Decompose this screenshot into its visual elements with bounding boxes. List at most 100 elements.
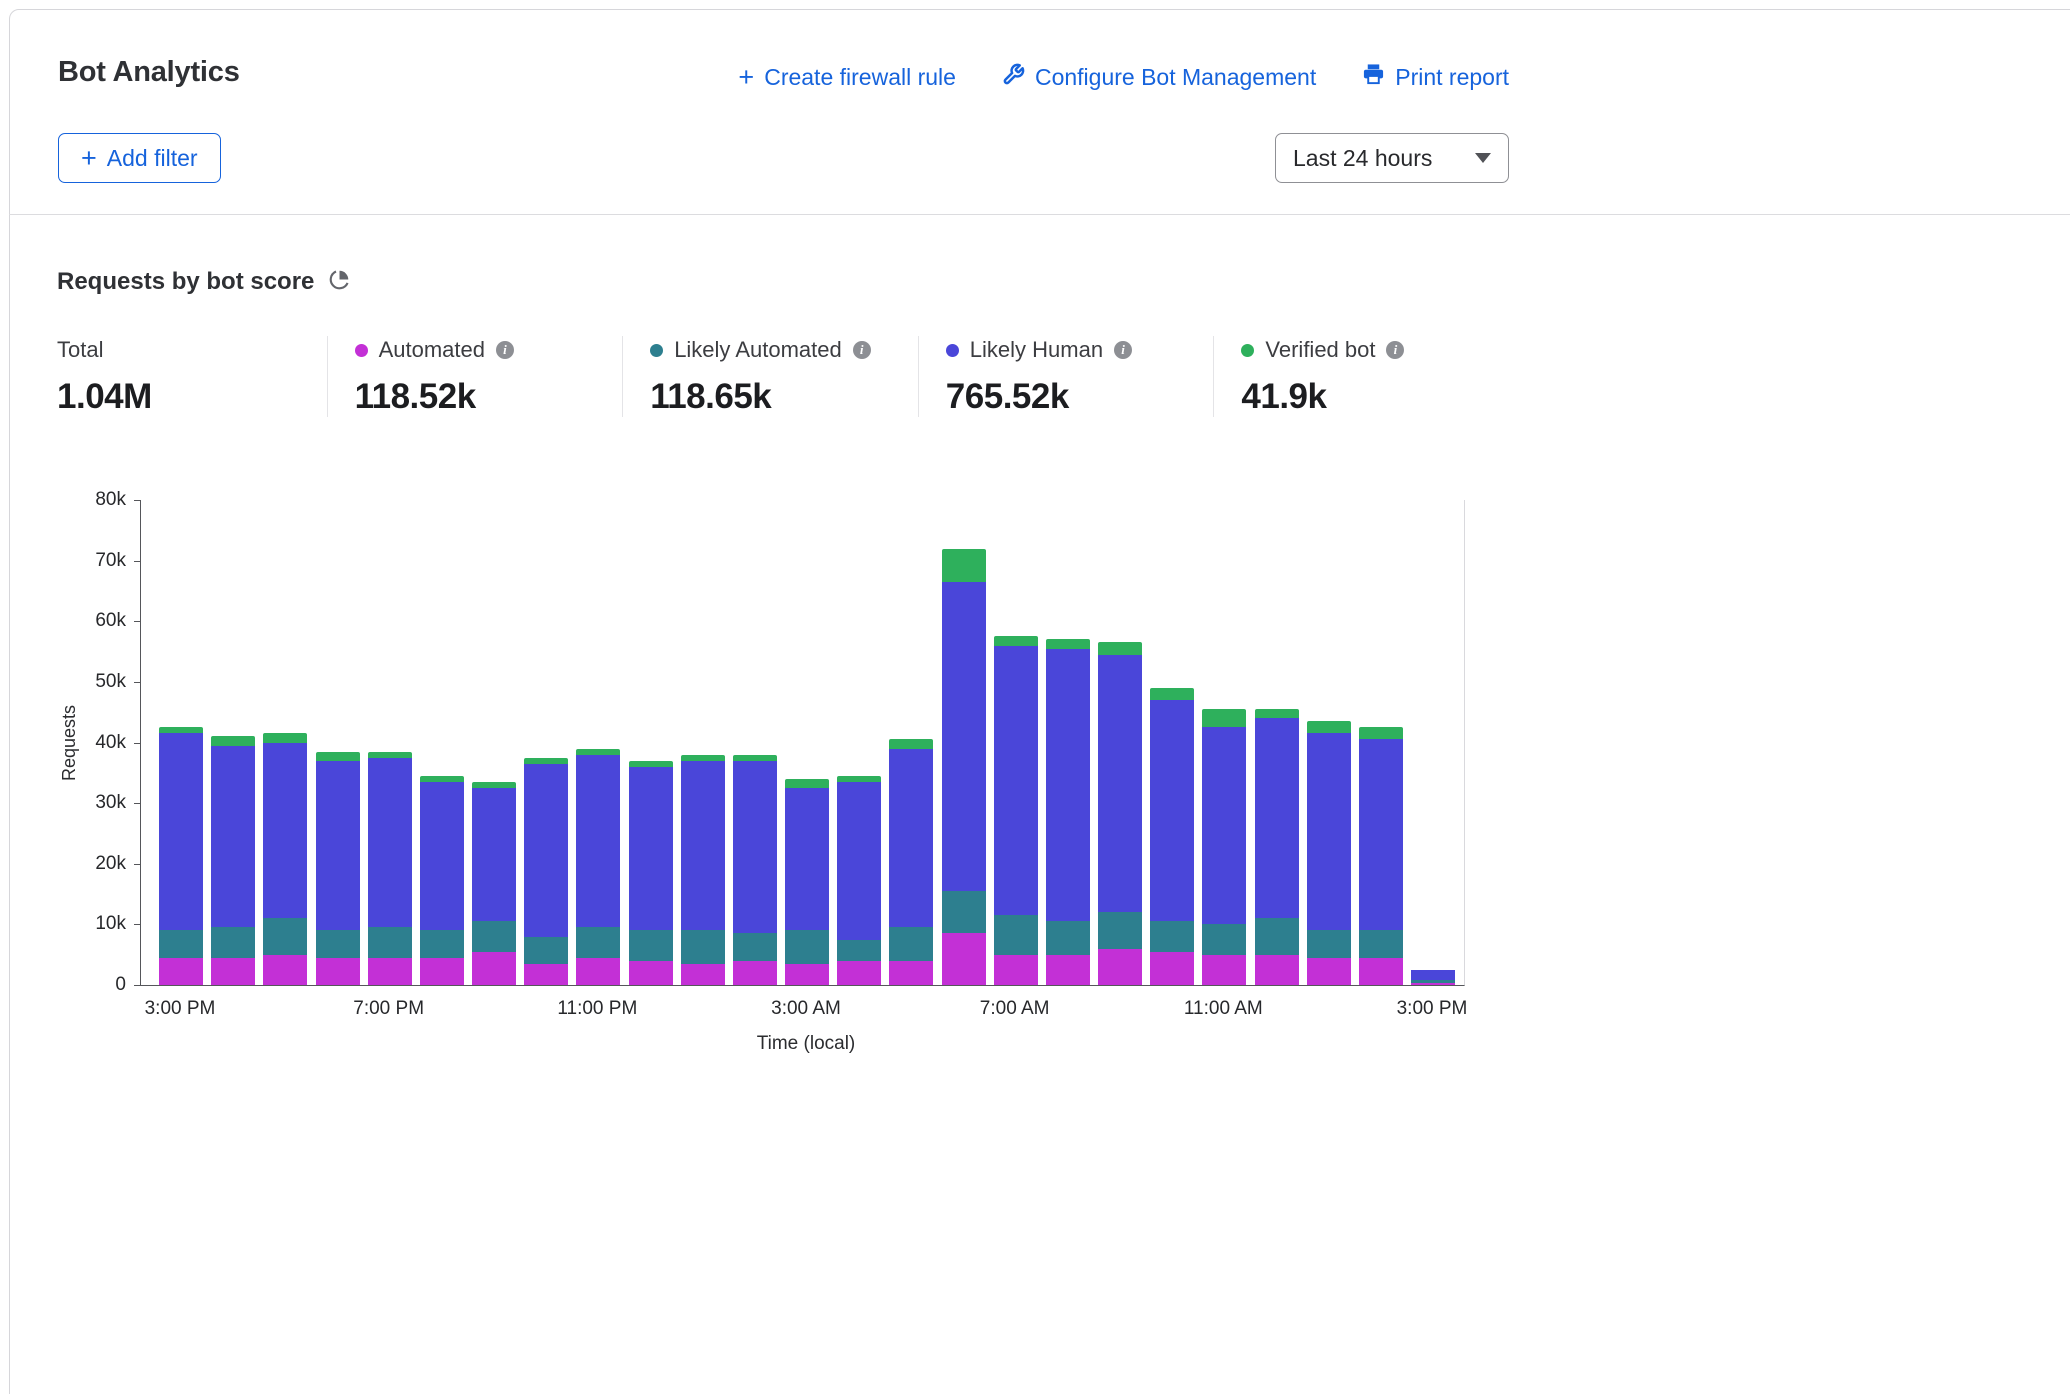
bar-segment-automated (681, 964, 725, 985)
likely-human-legend-dot (946, 344, 959, 357)
stacked-bar[interactable] (1307, 721, 1351, 985)
bar-segment-likely-automated (1046, 921, 1090, 954)
section-title: Requests by bot score (57, 268, 314, 296)
x-tick-label: 7:00 AM (955, 998, 1075, 1020)
create-firewall-rule-link[interactable]: + Create firewall rule (738, 64, 956, 91)
bar-segment-likely-automated (316, 930, 360, 957)
bar-segment-automated (576, 958, 620, 985)
stacked-bar[interactable] (1150, 688, 1194, 985)
bar-segment-automated (159, 958, 203, 985)
stacked-bar[interactable] (1046, 639, 1090, 985)
stacked-bar[interactable] (263, 733, 307, 985)
header-divider (9, 214, 2070, 215)
create-firewall-rule-label: Create firewall rule (764, 64, 956, 91)
bar-segment-likely-human (994, 646, 1038, 916)
bar-segment-automated (733, 961, 777, 985)
bar-segment-likely-human (733, 761, 777, 934)
stacked-bar[interactable] (889, 739, 933, 985)
stacked-bar[interactable] (1359, 727, 1403, 985)
stacked-bar[interactable] (629, 761, 673, 985)
x-tick-label: 11:00 PM (537, 998, 657, 1020)
bar-segment-likely-human (1255, 718, 1299, 918)
bar-segment-likely-human (785, 788, 829, 930)
bars-container (141, 500, 1464, 985)
bar-segment-likely-human (1150, 700, 1194, 921)
stacked-bar[interactable] (576, 749, 620, 985)
time-range-dropdown[interactable]: Last 24 hours (1275, 133, 1509, 183)
page-title: Bot Analytics (58, 56, 240, 89)
stat-verified-bot: Verified bot i 41.9k (1213, 336, 1509, 417)
requests-chart: Requests 010k20k30k40k50k60k70k80k 3:00 … (0, 455, 2070, 1095)
bar-segment-automated (472, 952, 516, 985)
info-icon[interactable]: i (853, 341, 871, 359)
stacked-bar[interactable] (1202, 709, 1246, 985)
stacked-bar[interactable] (472, 782, 516, 985)
header: Bot Analytics + Create firewall rule Con… (10, 9, 2070, 214)
bar-segment-likely-human (576, 755, 620, 928)
stat-automated-label: Automated (379, 337, 485, 363)
stacked-bar[interactable] (368, 752, 412, 985)
bar-segment-likely-human (1046, 649, 1090, 922)
bar-segment-automated (316, 958, 360, 985)
y-tick-label: 60k (64, 610, 126, 632)
verified-bot-legend-dot (1241, 344, 1254, 357)
bar-segment-verified-bot (1359, 727, 1403, 739)
bar-segment-verified-bot (316, 752, 360, 761)
bar-segment-verified-bot (942, 549, 986, 582)
stat-likely-human-value: 765.52k (946, 377, 1214, 417)
print-report-link[interactable]: Print report (1362, 63, 1509, 92)
bar-segment-automated (1255, 955, 1299, 985)
stacked-bar[interactable] (837, 776, 881, 985)
stacked-bar[interactable] (211, 736, 255, 985)
stacked-bar[interactable] (524, 758, 568, 985)
stacked-bar[interactable] (159, 727, 203, 985)
stacked-bar[interactable] (316, 752, 360, 985)
bar-segment-automated (368, 958, 412, 985)
stacked-bar[interactable] (942, 549, 986, 986)
stacked-bar[interactable] (785, 779, 829, 985)
bar-segment-likely-human (524, 764, 568, 937)
info-icon[interactable]: i (1386, 341, 1404, 359)
bar-segment-automated (837, 961, 881, 985)
bar-segment-verified-bot (211, 736, 255, 745)
bar-segment-automated (1202, 955, 1246, 985)
section-title-row: Requests by bot score (57, 268, 350, 296)
x-tick-label: 7:00 PM (329, 998, 449, 1020)
stacked-bar[interactable] (420, 776, 464, 985)
bar-segment-likely-automated (1150, 921, 1194, 951)
y-tick-label: 30k (64, 792, 126, 814)
y-tick-label: 80k (64, 489, 126, 511)
bar-segment-likely-human (211, 746, 255, 928)
bar-segment-likely-automated (576, 927, 620, 957)
bar-segment-automated (1098, 949, 1142, 985)
configure-bot-management-link[interactable]: Configure Bot Management (1002, 63, 1316, 92)
bar-segment-verified-bot (1046, 639, 1090, 648)
configure-bot-management-label: Configure Bot Management (1035, 64, 1316, 91)
stacked-bar[interactable] (681, 755, 725, 985)
info-icon[interactable]: i (1114, 341, 1132, 359)
stacked-bar[interactable] (1411, 970, 1455, 985)
bar-segment-verified-bot (1202, 709, 1246, 727)
stacked-bar[interactable] (733, 755, 777, 985)
time-range-value: Last 24 hours (1293, 145, 1432, 172)
stacked-bar[interactable] (994, 636, 1038, 985)
bar-segment-likely-human (1359, 739, 1403, 930)
info-icon[interactable]: i (496, 341, 514, 359)
bar-segment-verified-bot (1255, 709, 1299, 718)
bar-segment-likely-human (472, 788, 516, 921)
y-tick-label: 70k (64, 550, 126, 572)
stacked-bar[interactable] (1098, 642, 1142, 985)
bar-segment-likely-automated (1307, 930, 1351, 957)
bar-segment-likely-human (368, 758, 412, 928)
stat-total: Total 1.04M (57, 336, 327, 417)
bar-segment-automated (1307, 958, 1351, 985)
bar-segment-likely-automated (629, 930, 673, 960)
add-filter-button[interactable]: + Add filter (58, 133, 221, 183)
bar-segment-automated (1150, 952, 1194, 985)
stat-automated-value: 118.52k (355, 377, 623, 417)
x-axis-title: Time (local) (706, 1033, 906, 1055)
add-filter-label: Add filter (107, 145, 198, 172)
bar-segment-likely-automated (211, 927, 255, 957)
stacked-bar[interactable] (1255, 709, 1299, 985)
stat-total-value: 1.04M (57, 377, 327, 417)
